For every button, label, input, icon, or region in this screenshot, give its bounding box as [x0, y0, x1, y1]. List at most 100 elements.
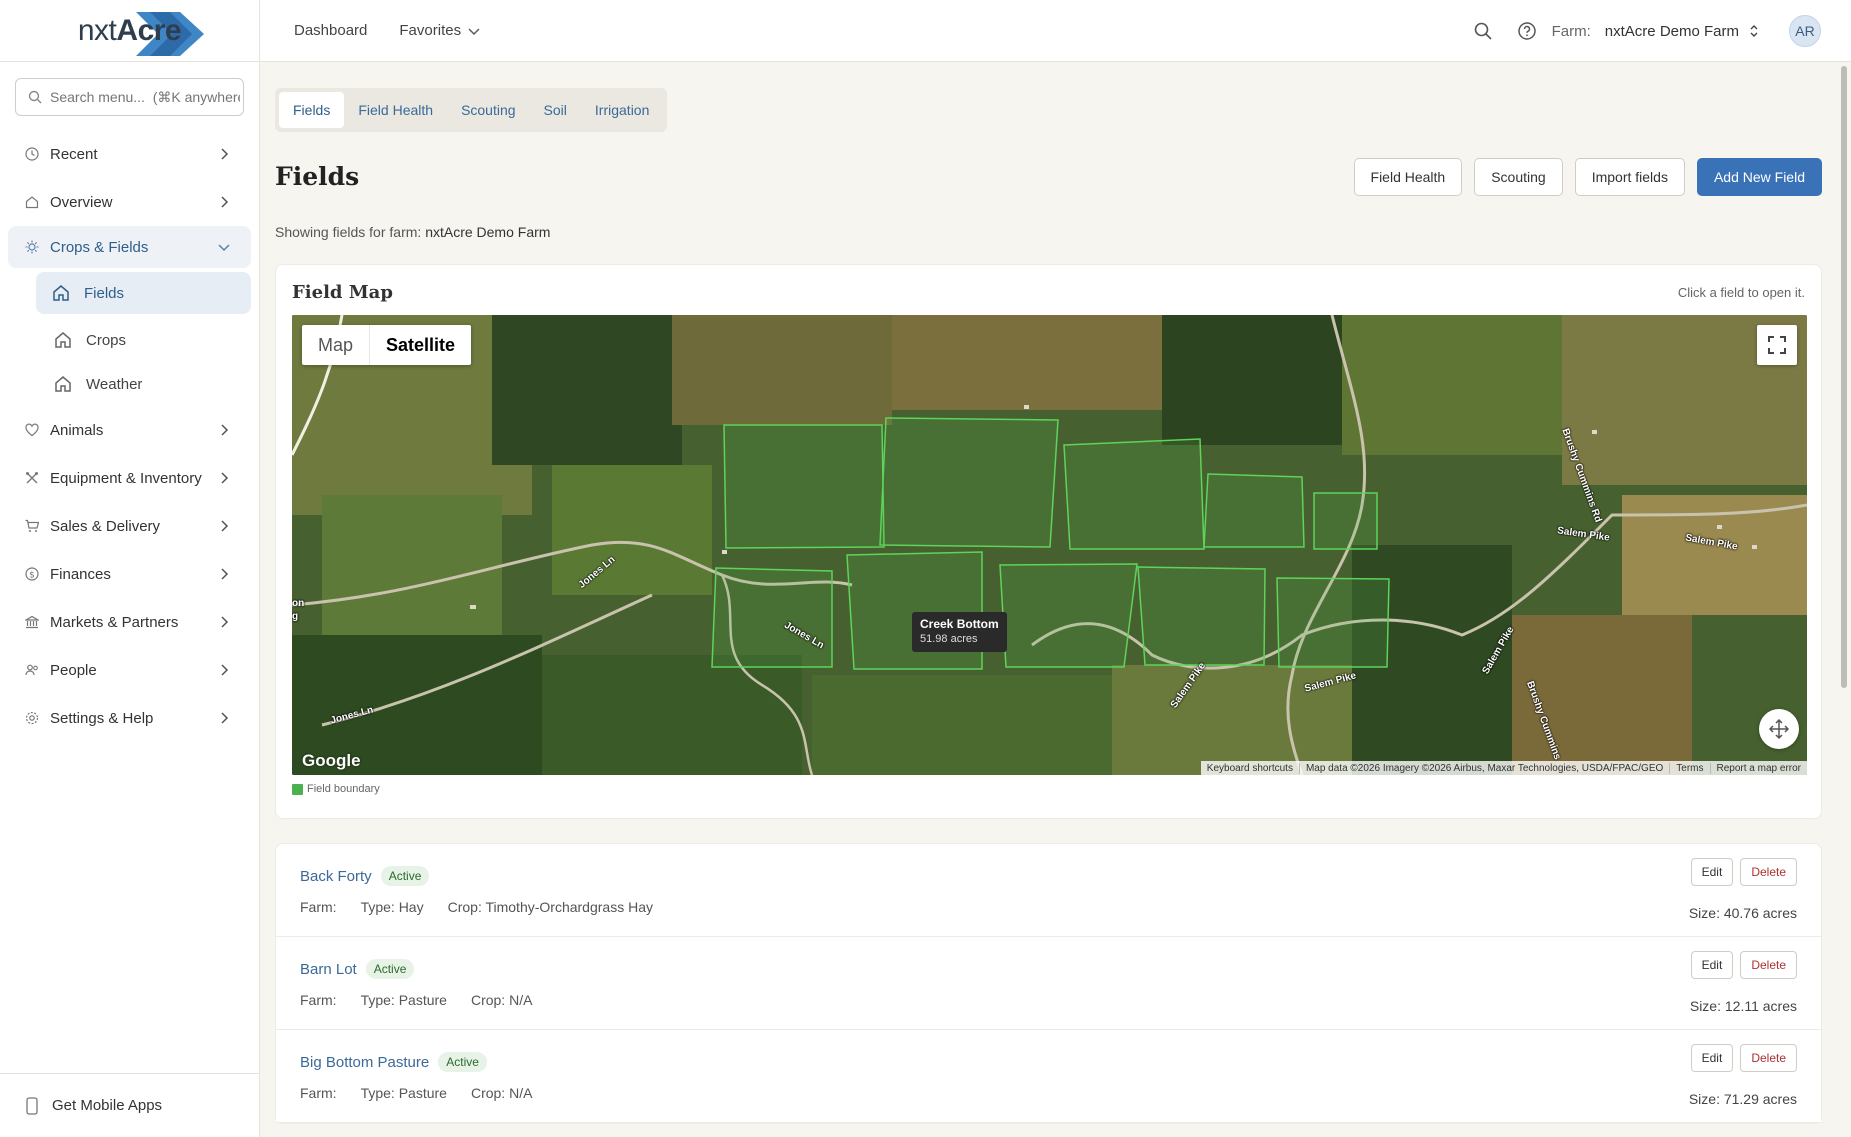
fullscreen-icon [1768, 336, 1786, 354]
nav-markets-partners[interactable]: Markets & Partners [0, 598, 259, 646]
chevron-updown-icon[interactable] [1749, 24, 1759, 38]
field-name-link[interactable]: Big Bottom Pasture [300, 1054, 429, 1071]
nav-label: Finances [50, 565, 111, 583]
status-badge: Active [380, 866, 430, 886]
nav-settings-help[interactable]: Settings & Help [0, 694, 259, 742]
favorites-menu[interactable]: Favorites [399, 22, 481, 39]
tab-soil[interactable]: Soil [530, 92, 581, 128]
field-farm: Farm: [300, 899, 337, 915]
status-badge: Active [438, 1052, 487, 1072]
sub-item-label: Crops [86, 331, 127, 349]
field-map-card: Field Map Click a field to open it. Jone… [275, 264, 1822, 819]
page-scrollbar[interactable] [1841, 66, 1847, 688]
report-map-error-link[interactable]: Report a map error [1709, 762, 1807, 774]
fullscreen-button[interactable] [1757, 325, 1797, 365]
nav-label: Sales & Delivery [50, 517, 161, 535]
get-mobile-apps-label: Get Mobile Apps [52, 1097, 163, 1114]
home-icon [55, 376, 71, 392]
tab-scouting[interactable]: Scouting [447, 92, 529, 128]
edit-button[interactable]: Edit [1690, 1044, 1734, 1072]
road-label: on [292, 598, 305, 609]
nav-overview[interactable]: Overview [0, 178, 259, 226]
tab-fields[interactable]: Fields [279, 92, 345, 128]
nav-label: Recent [50, 145, 98, 163]
map-hint: Click a field to open it. [1677, 284, 1805, 300]
sub-item-label: Weather [86, 375, 143, 393]
nav-crops-fields[interactable]: Crops & Fields [8, 226, 251, 268]
nav-label: Markets & Partners [50, 613, 179, 631]
tab-field-health[interactable]: Field Health [344, 92, 447, 128]
scouting-button[interactable]: Scouting [1474, 158, 1563, 196]
sub-item-weather[interactable]: Weather [0, 362, 259, 406]
edit-button[interactable]: Edit [1690, 858, 1734, 886]
nav-recent[interactable]: Recent [0, 130, 259, 178]
status-badge: Active [365, 959, 415, 979]
map-title: Field Map [292, 281, 393, 303]
subtitle-prefix: Showing fields for farm: [275, 224, 422, 240]
home-icon [24, 194, 40, 210]
map-type-toggle: Map Satellite [302, 325, 472, 365]
nav-equipment-inventory[interactable]: Equipment & Inventory [0, 454, 259, 502]
nav-label: Overview [50, 193, 113, 211]
delete-button[interactable]: Delete [1740, 858, 1797, 886]
map-pan-control[interactable] [1759, 709, 1799, 749]
list-item: Barn Lot Active Farm: Type: Pasture Crop… [276, 937, 1821, 1030]
farm-subtitle: Showing fields for farm: nxtAcre Demo Fa… [275, 224, 1822, 240]
menu-search[interactable] [15, 78, 244, 116]
map-view-button[interactable]: Map [302, 325, 369, 365]
delete-button[interactable]: Delete [1740, 1044, 1797, 1072]
gear-icon [24, 710, 40, 726]
google-logo: Google [302, 751, 361, 770]
nav-animals[interactable]: Animals [0, 406, 259, 454]
edit-button[interactable]: Edit [1690, 951, 1734, 979]
field-crop: Crop: N/A [470, 1085, 533, 1101]
top-bar: Dashboard Favorites Farm: nxtAcre Demo F… [260, 0, 1851, 62]
farm-selector[interactable]: nxtAcre Demo Farm [1605, 23, 1739, 40]
field-type: Type: Hay [360, 899, 424, 915]
nav-sales-delivery[interactable]: Sales & Delivery [0, 502, 259, 550]
chevron-right-icon [221, 712, 229, 724]
phone-icon [26, 1096, 38, 1115]
avatar[interactable]: AR [1789, 15, 1821, 47]
fields-list: Back Forty Active Farm: Type: Hay Crop: … [275, 843, 1822, 1124]
field-size: Size: 40.76 acres [1688, 905, 1797, 921]
delete-button[interactable]: Delete [1740, 951, 1797, 979]
nav-people[interactable]: People [0, 646, 259, 694]
chevron-down-icon [218, 244, 230, 252]
field-name-link[interactable]: Barn Lot [300, 961, 357, 978]
search-icon[interactable] [1474, 22, 1492, 40]
nav-finances[interactable]: $ Finances [0, 550, 259, 598]
import-fields-button[interactable]: Import fields [1574, 158, 1685, 196]
list-item: Big Bottom Pasture Active Farm: Type: Pa… [276, 1030, 1821, 1123]
field-tooltip: Creek Bottom 51.98 acres [912, 612, 1007, 652]
help-icon[interactable] [1517, 22, 1536, 40]
nav-label: Settings & Help [50, 709, 154, 727]
field-health-button[interactable]: Field Health [1353, 158, 1463, 196]
move-icon [1768, 718, 1790, 740]
tab-irrigation[interactable]: Irrigation [581, 92, 663, 128]
chevron-right-icon [221, 568, 229, 580]
tools-icon [24, 470, 40, 486]
subtitle-farm: nxtAcre Demo Farm [425, 224, 551, 240]
chevron-right-icon [221, 472, 229, 484]
field-name-link[interactable]: Back Forty [300, 868, 372, 885]
logo[interactable]: nxtAcre [0, 0, 259, 62]
satellite-view-button[interactable]: Satellite [369, 325, 471, 365]
get-mobile-apps[interactable]: Get Mobile Apps [0, 1073, 259, 1137]
chevron-right-icon [221, 196, 229, 208]
road-label: g [292, 611, 299, 622]
field-map[interactable]: Jones Ln Jones Ln Jones Ln Salem Pike Sa… [292, 315, 1807, 775]
menu-search-input[interactable] [50, 89, 240, 105]
search-icon [28, 90, 42, 104]
svg-text:$: $ [29, 571, 35, 581]
add-new-field-button[interactable]: Add New Field [1696, 158, 1822, 196]
sub-item-crops[interactable]: Crops [0, 318, 259, 362]
sub-item-fields[interactable]: Fields [36, 272, 251, 314]
chevron-right-icon [221, 424, 229, 436]
terms-link[interactable]: Terms [1669, 762, 1709, 774]
field-size: Size: 71.29 acres [1688, 1091, 1797, 1107]
tooltip-field-size: 51.98 acres [920, 633, 978, 645]
keyboard-shortcuts-link[interactable]: Keyboard shortcuts [1201, 763, 1299, 774]
home-icon [55, 332, 71, 348]
dashboard-link[interactable]: Dashboard [294, 22, 367, 39]
